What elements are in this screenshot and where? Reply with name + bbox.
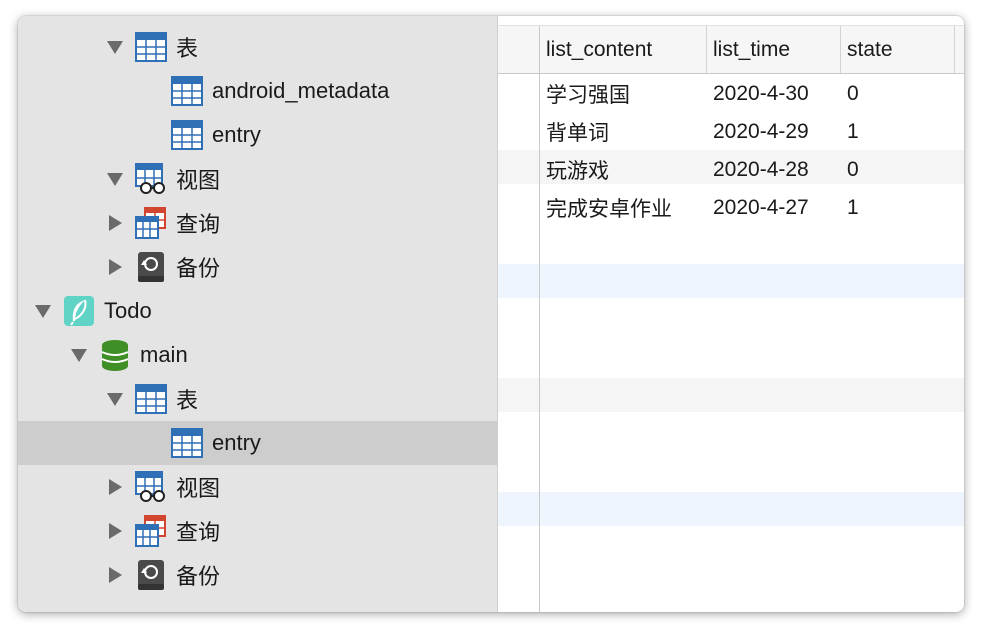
disclosure-triangle-collapsed-icon[interactable] xyxy=(104,564,126,586)
table-row[interactable]: 玩游戏 2020-4-28 0 xyxy=(498,151,964,189)
disclosure-triangle-collapsed-icon[interactable] xyxy=(104,256,126,278)
disclosure-triangle-collapsed-icon[interactable] xyxy=(104,476,126,498)
tree-item-label: entry xyxy=(212,430,261,455)
tree-item-label: 表 xyxy=(176,36,199,61)
disclosure-triangle-expanded-icon[interactable] xyxy=(104,36,126,58)
table-row[interactable]: 背单词 2020-4-29 1 xyxy=(498,113,964,151)
query-icon xyxy=(135,207,167,239)
cell-list-time[interactable]: 2020-4-29 xyxy=(713,113,809,151)
cell-list-time[interactable]: 2020-4-28 xyxy=(713,151,809,189)
column-header-list-content[interactable]: list_content xyxy=(540,26,707,73)
cell-state[interactable]: 0 xyxy=(847,75,859,113)
view-icon xyxy=(135,163,167,195)
tree-item-label: 视图 xyxy=(176,168,221,193)
tree-item-label: 备份 xyxy=(176,564,221,589)
cell-list-time[interactable]: 2020-4-30 xyxy=(713,75,809,113)
database-icon xyxy=(99,339,131,371)
table-row[interactable]: 完成安卓作业 2020-4-27 1 xyxy=(498,189,964,227)
query-icon xyxy=(135,515,167,547)
cell-list-time[interactable]: 2020-4-27 xyxy=(713,189,809,227)
tree-item-label: 查询 xyxy=(176,520,221,545)
row-number-header xyxy=(498,26,540,73)
cell-list-content[interactable]: 玩游戏 xyxy=(546,151,609,189)
disclosure-triangle-expanded-icon[interactable] xyxy=(104,168,126,190)
disclosure-triangle-expanded-icon[interactable] xyxy=(32,300,54,322)
tree-item-label: 表 xyxy=(176,388,199,413)
tree-item-label: 视图 xyxy=(176,476,221,501)
table-icon xyxy=(171,75,203,107)
disclosure-triangle-expanded-icon[interactable] xyxy=(68,344,90,366)
cell-list-content[interactable]: 学习强国 xyxy=(546,75,630,113)
row-stripe xyxy=(498,264,964,298)
row-stripe xyxy=(498,492,964,526)
cell-list-content[interactable]: 完成安卓作业 xyxy=(546,189,672,227)
disclosure-triangle-collapsed-icon[interactable] xyxy=(104,212,126,234)
backup-icon xyxy=(135,559,167,591)
tree-item-main-schema[interactable]: main xyxy=(18,333,547,377)
column-header-state[interactable]: state xyxy=(841,26,955,73)
tree-item-label: 备份 xyxy=(176,256,221,281)
table-icon xyxy=(135,31,167,63)
tree-item-label: main xyxy=(140,342,188,367)
data-grid: list_content list_time state 学习强国 2020-4… xyxy=(498,16,964,612)
column-header-list-time[interactable]: list_time xyxy=(707,26,841,73)
tree-item-label: android_metadata xyxy=(212,78,390,103)
tree-item-todo-database[interactable]: Todo xyxy=(18,289,511,333)
cell-list-content[interactable]: 背单词 xyxy=(546,113,609,151)
grid-top-strip xyxy=(498,16,964,26)
sidebar-tree: 表 android_metadata entry 视图 查询 备份 Todo m… xyxy=(18,16,650,612)
backup-icon xyxy=(135,251,167,283)
cell-state[interactable]: 1 xyxy=(847,113,859,151)
disclosure-triangle-collapsed-icon[interactable] xyxy=(104,520,126,542)
feather-icon xyxy=(63,295,95,327)
table-icon xyxy=(171,119,203,151)
row-stripe xyxy=(498,378,964,412)
tree-item-label: Todo xyxy=(104,298,152,323)
table-icon xyxy=(171,427,203,459)
view-icon xyxy=(135,471,167,503)
disclosure-triangle-expanded-icon[interactable] xyxy=(104,388,126,410)
cell-state[interactable]: 1 xyxy=(847,189,859,227)
grid-header: list_content list_time state xyxy=(498,26,964,74)
tree-item-label: entry xyxy=(212,122,261,147)
cell-state[interactable]: 0 xyxy=(847,151,859,189)
tree-item-label: 查询 xyxy=(176,212,221,237)
table-icon xyxy=(135,383,167,415)
app-window: 表 android_metadata entry 视图 查询 备份 Todo m… xyxy=(18,16,964,612)
table-row[interactable]: 学习强国 2020-4-30 0 xyxy=(498,75,964,113)
